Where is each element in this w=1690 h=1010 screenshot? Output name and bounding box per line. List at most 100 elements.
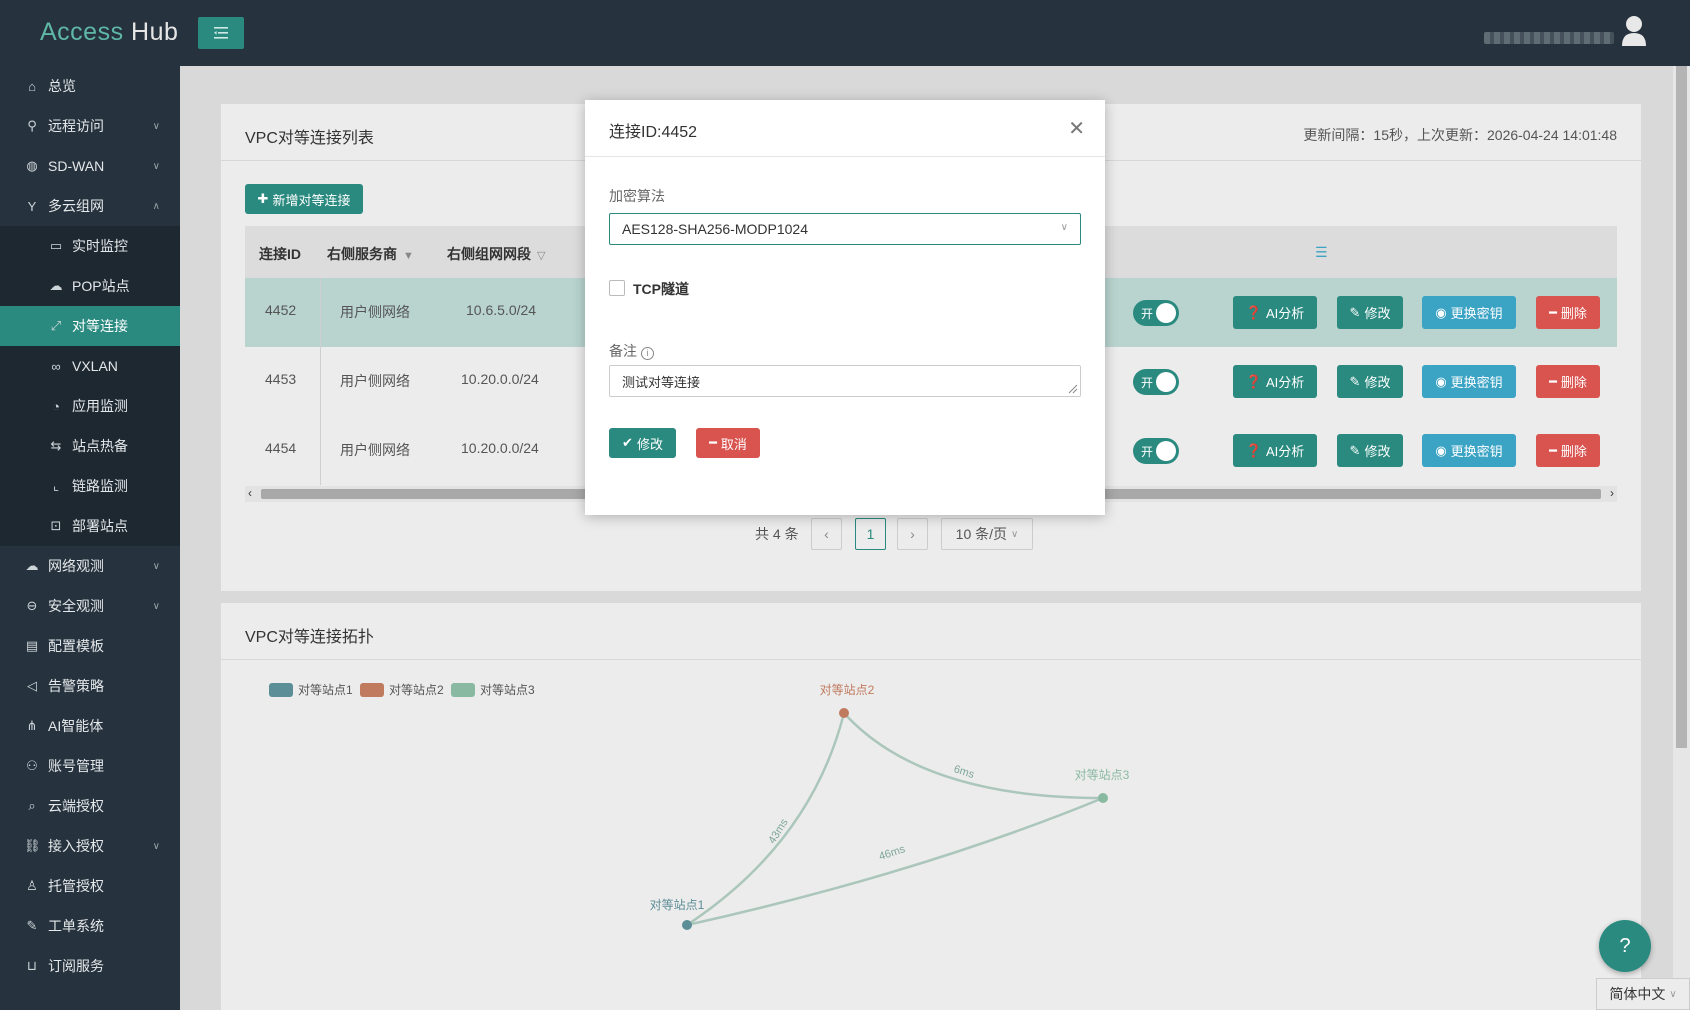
col-header-segment[interactable]: 右侧组网网段 ▽: [447, 244, 545, 264]
sidebar-item[interactable]: ☁ 网络观测 ∨: [0, 546, 180, 586]
add-peering-button[interactable]: ✚ 新增对等连接: [245, 184, 363, 214]
sidebar-item[interactable]: ⚇ 账号管理: [0, 746, 180, 786]
question-circle-icon: ❓: [1245, 442, 1262, 458]
info-icon[interactable]: i: [640, 347, 654, 360]
topology-link[interactable]: [686, 796, 1104, 927]
network-icon: ⋔: [26, 718, 38, 733]
cell-segment: 10.20.0.0/24: [461, 440, 539, 456]
file-icon: ▤: [25, 638, 39, 653]
cancel-button[interactable]: ━ 取消: [696, 428, 760, 458]
edit-button[interactable]: ✎ 修改: [1337, 365, 1403, 398]
col-header-id[interactable]: 连接ID: [259, 244, 301, 264]
chevron-down-icon[interactable]: ∨: [153, 121, 160, 132]
tcp-tunnel-checkbox[interactable]: [609, 280, 625, 296]
sidebar-item[interactable]: ▭ 实时监控: [0, 226, 180, 266]
delete-button[interactable]: ━ 删除: [1536, 365, 1600, 398]
sidebar-item[interactable]: ⊖ 安全观测 ∨: [0, 586, 180, 626]
column-settings-icon[interactable]: ☰: [1315, 244, 1328, 261]
update-info: 更新间隔：15秒，上次更新：2026-04-24 14:01:48: [1303, 127, 1617, 143]
delete-button[interactable]: ━ 删除: [1536, 296, 1600, 329]
sidebar-item-label: 工单系统: [48, 918, 104, 934]
filter-icon[interactable]: ▼: [403, 250, 414, 262]
question-circle-icon: ❓: [1245, 373, 1262, 389]
sidebar-item[interactable]: ⋔ AI智能体: [0, 706, 180, 746]
question-circle-icon: ❓: [1245, 304, 1262, 320]
user-avatar-icon[interactable]: [1620, 14, 1648, 48]
scroll-right-icon[interactable]: ›: [1610, 486, 1614, 500]
sidebar-item[interactable]: ▤ 配置模板: [0, 626, 180, 666]
rekey-button[interactable]: ◉ 更换密钥: [1422, 434, 1516, 467]
minus-icon: ━: [709, 435, 717, 450]
sidebar-item[interactable]: ⤢ 对等连接: [0, 306, 180, 346]
help-icon[interactable]: ?: [1599, 920, 1651, 972]
sidebar-item[interactable]: ⛓ 接入授权 ∨: [0, 826, 180, 866]
note-textarea[interactable]: 测试对等连接: [609, 365, 1081, 397]
sidebar-item[interactable]: ⌕ 云端授权: [0, 786, 180, 826]
sidebar-item[interactable]: ∞ VXLAN: [0, 346, 180, 386]
topology-node[interactable]: [839, 708, 849, 718]
page-number-button[interactable]: 1: [855, 518, 886, 550]
filter-icon[interactable]: ▽: [537, 250, 545, 262]
sidebar-item[interactable]: ♙ 托管授权: [0, 866, 180, 906]
sidebar-item[interactable]: Y 多云组网 ∧: [0, 186, 180, 226]
note-label: 备注 i: [609, 341, 654, 361]
sidebar-item[interactable]: ✎ 工单系统: [0, 906, 180, 946]
menu-toggle-icon[interactable]: [198, 17, 244, 49]
sidebar-item[interactable]: ⌂ 总览: [0, 66, 180, 106]
sidebar-item-label: 托管授权: [48, 878, 104, 894]
sidebar-item[interactable]: ⊡ 部署站点: [0, 506, 180, 546]
prev-page-button[interactable]: ‹: [811, 518, 842, 550]
chevron-down-icon[interactable]: ∨: [153, 161, 160, 172]
topology-graph[interactable]: 43ms6ms46ms对等站点1对等站点2对等站点3: [221, 603, 1641, 1010]
encrypt-select[interactable]: AES128-SHA256-MODP1024 ∨: [609, 213, 1081, 245]
sidebar-item-label: 远程访问: [48, 118, 104, 134]
topology-node[interactable]: [682, 920, 692, 930]
delete-button[interactable]: ━ 删除: [1536, 434, 1600, 467]
chevron-down-icon[interactable]: ∨: [153, 561, 160, 572]
sidebar-item[interactable]: ⇆ 站点热备: [0, 426, 180, 466]
edit-icon: ✎: [1349, 442, 1361, 458]
chevron-up-icon[interactable]: ∧: [153, 201, 160, 212]
sidebar-item[interactable]: ◍ SD-WAN ∨: [0, 146, 180, 186]
sidebar-item[interactable]: ☁ POP站点: [0, 266, 180, 306]
resize-handle-icon[interactable]: [1068, 384, 1078, 394]
vertical-scrollbar[interactable]: [1673, 66, 1690, 1010]
sidebar-item-label: 网络观测: [48, 558, 104, 574]
save-button[interactable]: ✔ 修改: [609, 428, 676, 458]
topology-node[interactable]: [1098, 793, 1108, 803]
enable-toggle[interactable]: 开: [1133, 369, 1179, 395]
sidebar-item[interactable]: ◁ 告警策略: [0, 666, 180, 706]
scroll-left-icon[interactable]: ‹: [248, 486, 252, 500]
chevron-down-icon[interactable]: ∨: [153, 601, 160, 612]
ai-analysis-button[interactable]: ❓ AI分析: [1233, 365, 1317, 398]
topology-panel: VPC对等连接拓扑 对等站点1 对等站点2 对等站点3 43ms 6ms 46ms 对等站…: [221, 603, 1641, 1010]
chain-icon: ⛓: [24, 838, 41, 853]
tcp-tunnel-label[interactable]: TCP隧道: [633, 279, 689, 299]
node-label: 对等站点2: [820, 683, 875, 697]
sidebar-item[interactable]: ◔ 应用监测: [0, 386, 180, 426]
sidebar-item-label: 总览: [48, 78, 76, 94]
edit-button[interactable]: ✎ 修改: [1337, 296, 1403, 329]
enable-toggle[interactable]: 开: [1133, 300, 1179, 326]
next-page-button[interactable]: ›: [897, 518, 928, 550]
page-size-select[interactable]: 10 条/页 ∨: [941, 518, 1033, 550]
sidebar-item-label: 部署站点: [72, 518, 128, 534]
rekey-button[interactable]: ◉ 更换密钥: [1422, 296, 1516, 329]
edit-button[interactable]: ✎ 修改: [1337, 434, 1403, 467]
ai-analysis-button[interactable]: ❓ AI分析: [1233, 296, 1317, 329]
scroll-thumb[interactable]: [1676, 66, 1687, 748]
close-icon[interactable]: ✕: [1068, 116, 1085, 141]
sidebar-item-label: 云端授权: [48, 798, 104, 814]
sidebar-item[interactable]: ⌞ 链路监测: [0, 466, 180, 506]
username-blurred[interactable]: [1484, 32, 1614, 44]
rekey-button[interactable]: ◉ 更换密钥: [1422, 365, 1516, 398]
language-select[interactable]: 简体中文 ∨: [1596, 978, 1690, 1010]
topology-link[interactable]: [843, 712, 1104, 800]
app-logo[interactable]: Access Hub: [40, 18, 178, 47]
sidebar-item[interactable]: ⊔ 订阅服务: [0, 946, 180, 986]
ai-analysis-button[interactable]: ❓ AI分析: [1233, 434, 1317, 467]
sidebar-item[interactable]: ⚲ 远程访问 ∨: [0, 106, 180, 146]
col-header-provider[interactable]: 右侧服务商 ▼: [327, 244, 414, 264]
chevron-down-icon[interactable]: ∨: [153, 841, 160, 852]
enable-toggle[interactable]: 开: [1133, 438, 1179, 464]
